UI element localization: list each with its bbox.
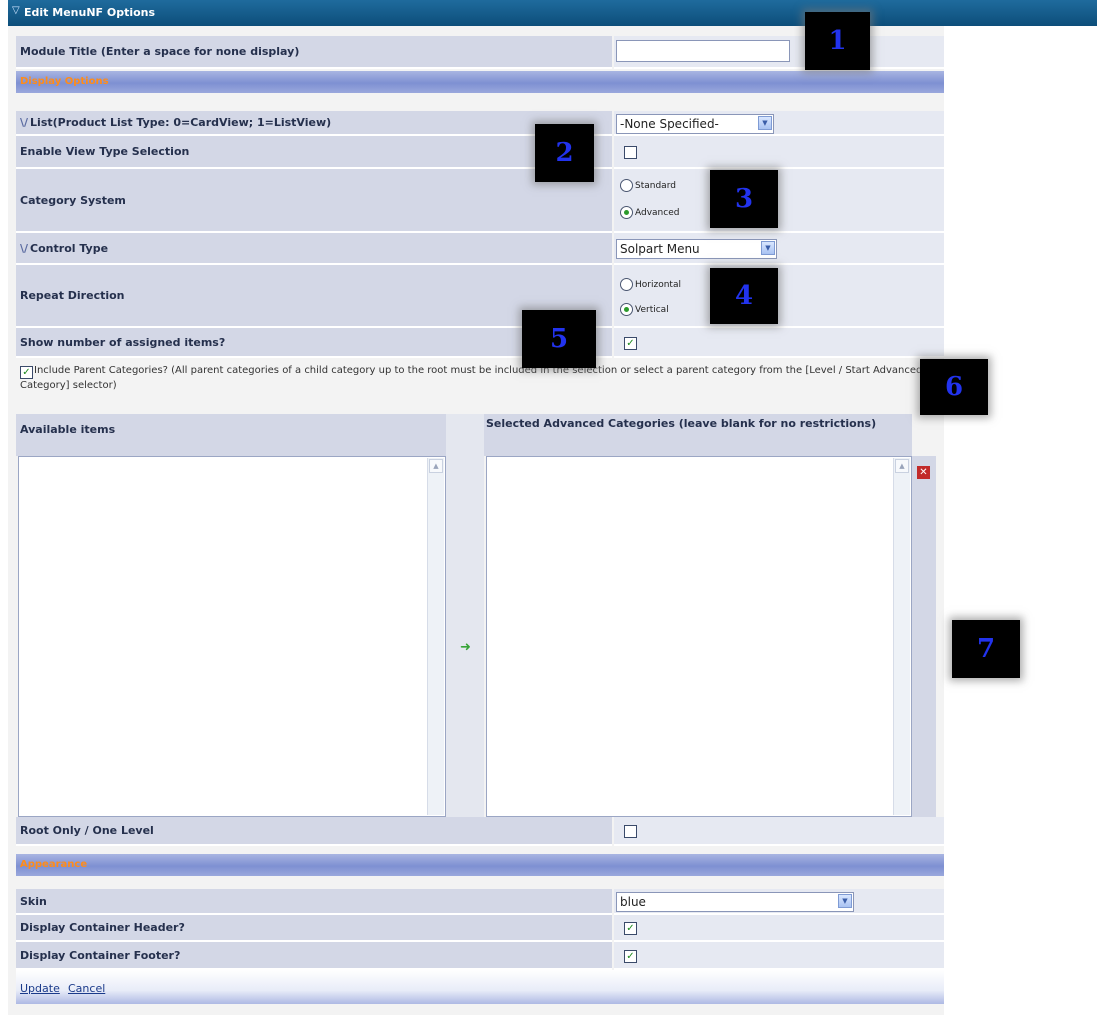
update-link[interactable]: Update [20, 982, 60, 995]
help-icon[interactable]: \/ [20, 242, 28, 255]
container-footer-checkbox[interactable]: ✓ [624, 950, 637, 963]
root-only-checkbox[interactable] [624, 825, 637, 838]
scroll-up-icon[interactable]: ▲ [895, 459, 909, 473]
available-items-list[interactable]: ▲ [18, 456, 446, 817]
radio-horizontal-label: Horizontal [635, 280, 681, 290]
view-type-checkbox[interactable] [624, 146, 637, 159]
view-type-cell [614, 136, 944, 169]
move-right-arrow-icon[interactable]: ➜ [460, 640, 471, 655]
available-items-header: Available items [16, 414, 446, 456]
selected-categories-header: Selected Advanced Categories (leave blan… [484, 414, 912, 456]
module-title-cell [614, 36, 944, 69]
control-type-value: Solpart Menu [620, 242, 700, 256]
list-type-label: \/List(Product List Type: 0=CardView; 1=… [16, 111, 612, 136]
help-icon[interactable]: \/ [20, 116, 28, 129]
root-only-row: Root Only / One Level [16, 817, 944, 846]
chevron-down-icon[interactable]: ▼ [758, 116, 772, 130]
scroll-up-icon[interactable]: ▲ [429, 459, 443, 473]
root-only-label: Root Only / One Level [16, 817, 612, 846]
title-bar: ▽ Edit MenuNF Options [8, 0, 1097, 26]
selected-categories-list[interactable]: ▲ [486, 456, 912, 817]
cancel-link[interactable]: Cancel [68, 982, 105, 995]
callout-4: 4 [710, 268, 778, 324]
include-parent-text: Include Parent Categories? (All parent c… [20, 365, 923, 391]
control-type-select[interactable]: Solpart Menu ▼ [616, 239, 777, 259]
radio-standard[interactable] [620, 179, 633, 192]
radio-horizontal[interactable] [620, 278, 633, 291]
edit-options-window: ▽ Edit MenuNF Options Module Title (Ente… [8, 0, 1097, 1015]
appearance-header: Appearance [16, 854, 944, 876]
callout-6: 6 [920, 359, 988, 415]
radio-vertical-label: Vertical [635, 305, 669, 315]
include-parent-checkbox[interactable]: ✓ [20, 366, 33, 379]
selected-categories-scrollbar[interactable]: ▲ [893, 458, 910, 815]
container-header-cell: ✓ [614, 915, 944, 942]
skin-cell: blue ▼ [614, 889, 944, 915]
transfer-column: ➜ [446, 414, 484, 817]
repeat-direction-cell: Horizontal Vertical [614, 265, 944, 328]
remove-column: ✕ [912, 456, 936, 817]
category-system-label: Category System [16, 169, 612, 233]
list-type-row: \/List(Product List Type: 0=CardView; 1=… [16, 111, 944, 136]
chevron-down-icon[interactable]: ▼ [838, 894, 852, 908]
container-header-row: Display Container Header? ✓ [16, 915, 944, 942]
radio-advanced[interactable] [620, 206, 633, 219]
callout-1: 1 [805, 12, 870, 70]
container-header-checkbox[interactable]: ✓ [624, 922, 637, 935]
container-footer-cell: ✓ [614, 942, 944, 970]
show-count-row: Show number of assigned items? ✓ [16, 328, 944, 358]
root-only-cell [614, 817, 944, 846]
control-type-label: \/Control Type [16, 233, 612, 265]
control-type-cell: Solpart Menu ▼ [614, 233, 944, 265]
container-header-label: Display Container Header? [16, 915, 612, 942]
radio-advanced-label: Advanced [635, 208, 680, 218]
category-system-row: Category System Standard Advanced [16, 169, 944, 233]
options-panel: Module Title (Enter a space for none dis… [8, 26, 944, 1015]
list-type-cell: -None Specified- ▼ [614, 111, 944, 136]
list-type-label-text: List(Product List Type: 0=CardView; 1=Li… [30, 116, 332, 129]
callout-7: 7 [952, 620, 1020, 678]
show-count-checkbox[interactable]: ✓ [624, 337, 637, 350]
container-footer-row: Display Container Footer? ✓ [16, 942, 944, 970]
available-items-scrollbar[interactable]: ▲ [427, 458, 444, 815]
list-type-select[interactable]: -None Specified- ▼ [616, 114, 774, 134]
category-system-cell: Standard Advanced [614, 169, 944, 233]
callout-3: 3 [710, 170, 778, 228]
module-title-input[interactable] [616, 40, 790, 62]
chevron-down-icon[interactable]: ▼ [761, 241, 775, 255]
include-parent-block: ✓ Include Parent Categories? (All parent … [16, 364, 926, 410]
module-title-label: Module Title (Enter a space for none dis… [16, 36, 612, 69]
repeat-direction-row: Repeat Direction Horizontal Vertical [16, 265, 944, 328]
view-type-label: Enable View Type Selection [16, 136, 612, 169]
radio-standard-label: Standard [635, 181, 676, 191]
skin-select[interactable]: blue ▼ [616, 892, 854, 912]
list-type-value: -None Specified- [620, 117, 719, 131]
view-type-row: Enable View Type Selection [16, 136, 944, 169]
control-type-label-text: Control Type [30, 241, 109, 255]
display-options-header: Display Options [16, 71, 944, 93]
skin-label: Skin [16, 889, 612, 915]
callout-5: 5 [522, 310, 596, 368]
container-footer-label: Display Container Footer? [16, 942, 612, 970]
remove-icon[interactable]: ✕ [917, 466, 930, 479]
skin-row: Skin blue ▼ [16, 889, 944, 915]
radio-vertical[interactable] [620, 303, 633, 316]
skin-value: blue [620, 895, 646, 909]
control-type-row: \/Control Type Solpart Menu ▼ [16, 233, 944, 265]
action-bar: Update Cancel [16, 970, 944, 1004]
window-title: Edit MenuNF Options [24, 6, 156, 19]
show-count-cell: ✓ [614, 328, 944, 358]
callout-2: 2 [535, 124, 594, 182]
collapse-triangle-icon[interactable]: ▽ [12, 5, 20, 16]
